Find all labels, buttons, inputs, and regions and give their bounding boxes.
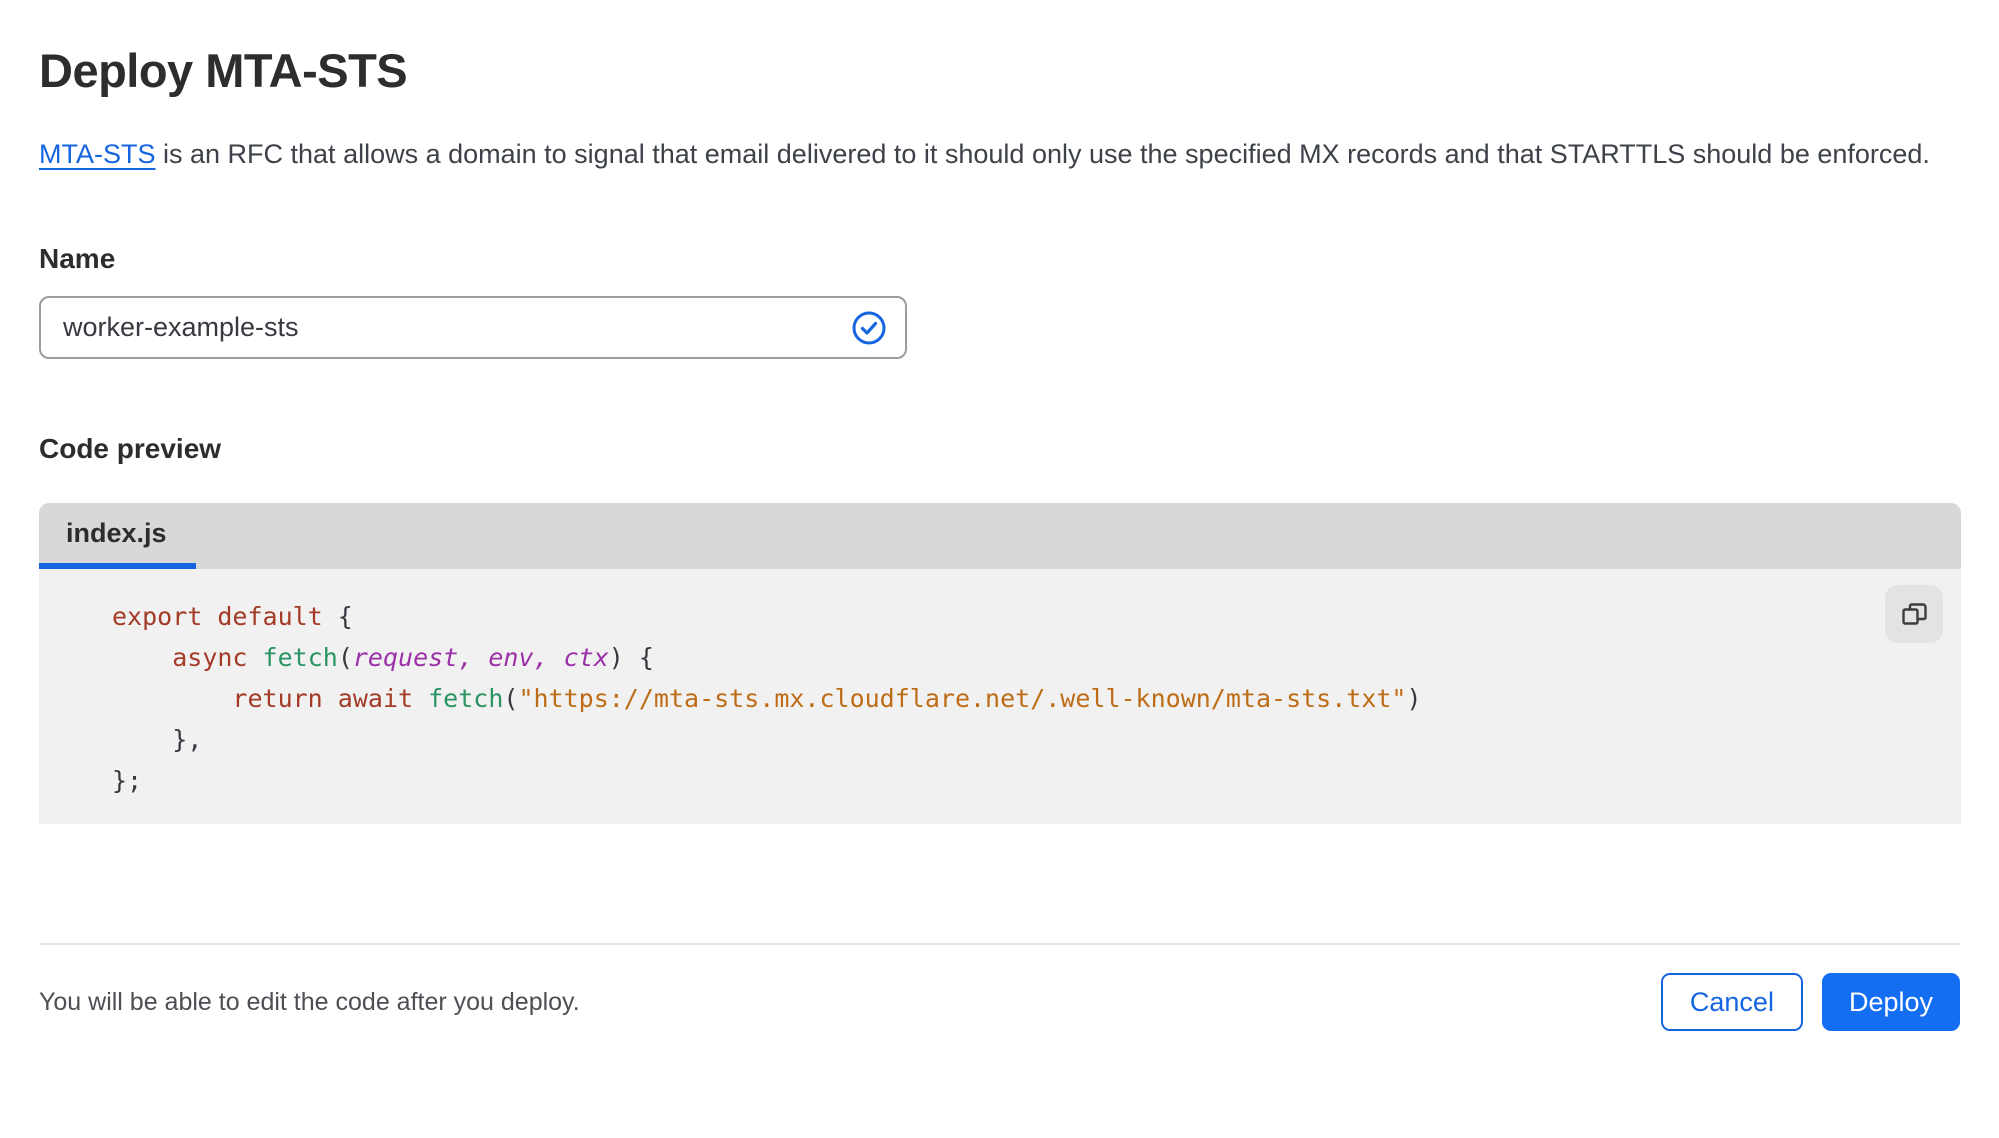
check-circle-icon: [851, 310, 887, 346]
footer-note: You will be able to edit the code after …: [39, 987, 580, 1016]
code-line: async fetch(request, env, ctx) {: [172, 643, 654, 672]
code-line: export default {: [112, 602, 353, 631]
deploy-button[interactable]: Deploy: [1821, 973, 1960, 1031]
name-input[interactable]: [63, 298, 851, 357]
copy-code-button[interactable]: [1885, 585, 1943, 643]
code-preview-label: Code preview: [39, 433, 222, 464]
code-tab-bar: index.js: [39, 503, 1961, 569]
tab-index-js[interactable]: index.js: [39, 503, 196, 569]
code-line: },: [112, 725, 203, 754]
footer-divider: [39, 943, 1960, 945]
mta-sts-link[interactable]: MTA-STS: [39, 139, 156, 169]
code-line: };: [112, 766, 143, 795]
name-label: Name: [39, 243, 116, 274]
code-editor: export default { async fetch(request, en…: [39, 569, 1961, 824]
code-preview-card: index.js export default { async fetch(re…: [39, 503, 1961, 824]
cancel-button[interactable]: Cancel: [1660, 973, 1803, 1031]
code-line: return await fetch("https://mta-sts.mx.c…: [232, 684, 1422, 713]
footer-actions: Cancel Deploy: [1660, 973, 1960, 1031]
copy-icon: [1901, 601, 1928, 628]
intro-paragraph: MTA-STS is an RFC that allows a domain t…: [39, 132, 1934, 177]
intro-text: is an RFC that allows a domain to signal…: [155, 139, 1930, 169]
page-title: Deploy MTA-STS: [39, 44, 408, 97]
code-content: export default { async fetch(request, en…: [112, 596, 1881, 801]
footer: You will be able to edit the code after …: [39, 973, 1960, 1031]
deploy-mta-sts-page: Deploy MTA-STS MTA-STS is an RFC that al…: [0, 42, 1999, 1031]
name-input-container: [39, 296, 907, 359]
